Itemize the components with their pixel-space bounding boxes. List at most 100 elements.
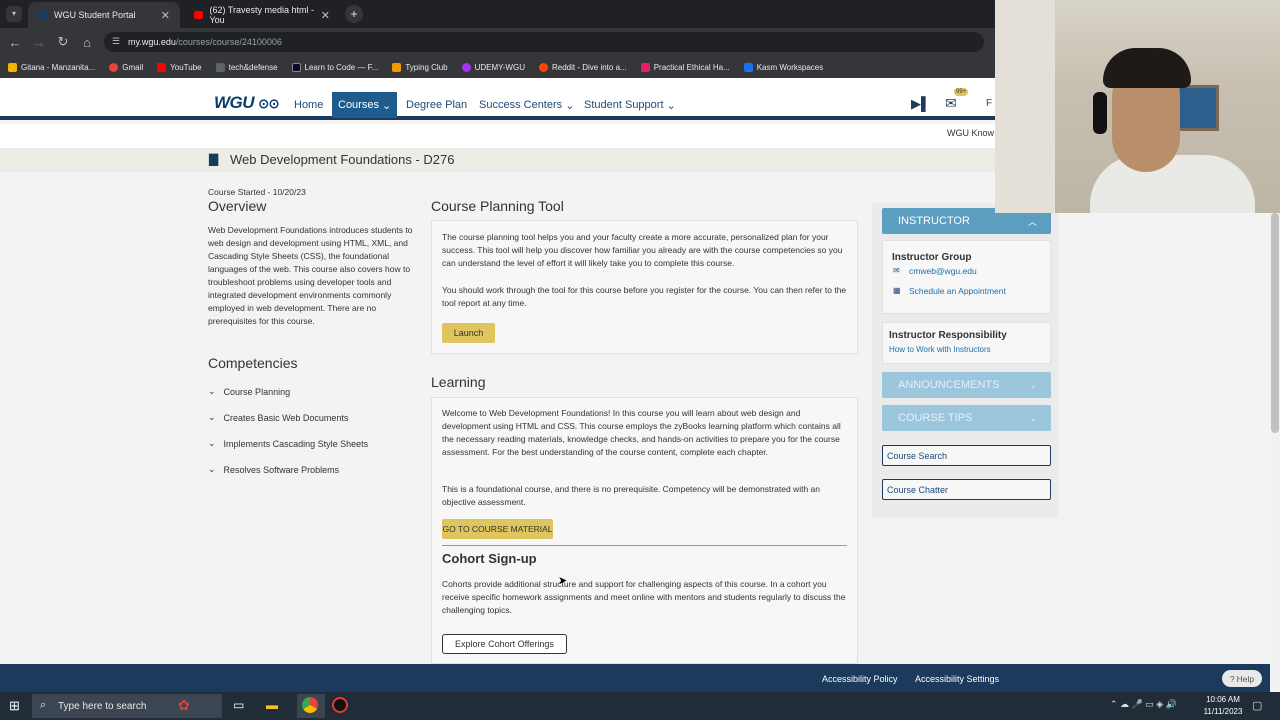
youtube-favicon-icon: [157, 62, 167, 72]
webcam-door: [995, 0, 1055, 213]
bookmark-item[interactable]: Typing Club: [392, 62, 448, 72]
mouse-cursor: ➤: [558, 575, 568, 587]
chevron-down-icon: ⌄: [208, 464, 216, 474]
webcam-wall-picture: [1177, 85, 1219, 131]
notification-center-icon[interactable]: ▢: [1252, 699, 1262, 712]
chevron-down-icon: ⌄: [382, 99, 392, 112]
learning-text-2: This is a foundational course, and there…: [442, 484, 820, 507]
tab-search-button[interactable]: ▾: [6, 6, 22, 22]
forward-arrow-icon[interactable]: →: [27, 35, 51, 50]
wgu-favicon-icon: [38, 10, 48, 20]
planning-heading: Course Planning Tool: [431, 198, 564, 214]
competency-item[interactable]: ⌄ Creates Basic Web Documents: [208, 412, 348, 423]
back-arrow-icon[interactable]: ←: [3, 35, 27, 50]
nav-success-centers[interactable]: Success Centers ⌄: [473, 92, 580, 118]
video-icon[interactable]: ▶▌: [911, 96, 930, 112]
schedule-appointment-link[interactable]: Schedule an Appointment: [909, 286, 1006, 296]
task-view-icon[interactable]: ▭: [233, 698, 244, 712]
course-tips-header[interactable]: COURSE TIPS ⌄: [882, 405, 1051, 431]
system-tray-icons[interactable]: ⌃ ☁ 🎤 ▭ ◈ 🔊: [1110, 699, 1177, 710]
profile-menu[interactable]: F: [986, 98, 992, 109]
bookmark-item[interactable]: Kasm Workspaces: [743, 62, 823, 72]
tab-youtube[interactable]: (62) Travesty media html - You ✕: [184, 2, 340, 28]
course-search-button[interactable]: Course Search: [882, 445, 1051, 466]
bookmark-item[interactable]: YouTube: [157, 62, 202, 72]
address-bar[interactable]: ☰ my.wgu.edu/courses/course/24100006: [104, 32, 984, 52]
chevron-down-icon: ⌄: [208, 386, 216, 396]
announcements-header[interactable]: ANNOUNCEMENTS ⌄: [882, 372, 1051, 398]
planning-text-2: You should work through the tool for thi…: [442, 285, 847, 308]
bookmark-item[interactable]: tech&defense: [215, 62, 278, 72]
accessibility-settings-link[interactable]: Accessibility Settings: [915, 674, 999, 684]
chrome-icon: [302, 697, 318, 713]
mail-icon[interactable]: ✉: [945, 95, 957, 112]
help-button[interactable]: ? Help: [1222, 670, 1262, 687]
owl-icon: ⊙⊙: [258, 96, 280, 111]
home-icon[interactable]: ⌂: [75, 35, 99, 50]
bookmark-favicon-icon: [215, 62, 225, 72]
clock-time[interactable]: 10:06 AM: [1200, 695, 1246, 704]
new-tab-button[interactable]: +: [345, 5, 363, 23]
bookmark-favicon-icon: [640, 62, 650, 72]
clock-date[interactable]: 11/11/2023: [1200, 707, 1246, 716]
instructor-email-link[interactable]: cmweb@wgu.edu: [909, 266, 977, 276]
udemy-favicon-icon: [461, 62, 471, 72]
reload-icon[interactable]: ↻: [51, 34, 75, 50]
bookmark-item[interactable]: Practical Ethical Ha...: [640, 62, 730, 72]
bookmark-item[interactable]: Learn to Code — F...: [291, 62, 378, 72]
site-info-icon[interactable]: ☰: [112, 36, 120, 47]
close-tab-icon[interactable]: ✕: [321, 9, 330, 22]
cohort-text: Cohorts provide additional structure and…: [442, 579, 846, 615]
bookmark-item[interactable]: Gmail: [109, 62, 143, 72]
nav-degree-plan[interactable]: Degree Plan: [400, 92, 473, 118]
nav-courses[interactable]: Courses ⌄: [332, 92, 397, 118]
planning-text-1: The course planning tool helps you and y…: [442, 232, 843, 268]
taskbar-search[interactable]: ⌕ Type here to search ✿: [32, 694, 222, 718]
overview-heading: Overview: [208, 198, 267, 214]
notification-badge: 99+: [954, 88, 969, 96]
course-material-button[interactable]: GO TO COURSE MATERIAL: [442, 519, 553, 539]
url-host: my.wgu.edu: [128, 37, 176, 47]
tab-label: WGU Student Portal: [54, 10, 136, 20]
scrollbar-thumb[interactable]: [1271, 213, 1279, 433]
tab-label: (62) Travesty media html - You: [209, 5, 315, 25]
competency-item[interactable]: ⌄ Course Planning: [208, 386, 290, 397]
wgu-knowledge-link[interactable]: WGU Know: [947, 128, 994, 138]
search-icon: ⌕: [40, 699, 47, 711]
email-icon: ✉: [893, 266, 900, 275]
nav-home[interactable]: Home: [288, 92, 329, 118]
responsibility-card: [882, 322, 1051, 364]
url-path: /courses/course/24100006: [175, 37, 282, 47]
competencies-heading: Competencies: [208, 355, 298, 371]
file-explorer-icon[interactable]: ▬: [266, 698, 278, 712]
help-icon: ?: [1229, 673, 1235, 684]
chevron-down-icon: ⌄: [208, 438, 216, 448]
course-chatter-button[interactable]: Course Chatter: [882, 479, 1051, 500]
recorder-icon[interactable]: [332, 697, 348, 713]
nav-student-support[interactable]: Student Support ⌄: [578, 92, 682, 118]
windows-start-icon[interactable]: ⊞: [9, 698, 20, 714]
wgu-logo[interactable]: WGU ⊙⊙: [214, 93, 280, 113]
tab-wgu-portal[interactable]: WGU Student Portal ✕: [28, 2, 180, 28]
reddit-favicon-icon: [538, 62, 548, 72]
webcam-headset: [1093, 92, 1107, 134]
course-title: Web Development Foundations - D276: [230, 152, 455, 167]
competency-item[interactable]: ⌄ Resolves Software Problems: [208, 464, 339, 475]
close-tab-icon[interactable]: ✕: [161, 9, 170, 22]
bookmark-item[interactable]: UDEMY-WGU: [461, 62, 525, 72]
search-highlight-icon: ✿: [178, 697, 190, 713]
explore-cohort-button[interactable]: Explore Cohort Offerings: [442, 634, 567, 654]
competency-item[interactable]: ⌄ Implements Cascading Style Sheets: [208, 438, 368, 449]
accessibility-policy-link[interactable]: Accessibility Policy: [822, 674, 898, 684]
bookmark-item[interactable]: Gitana - Manzanita...: [8, 62, 95, 72]
launch-button[interactable]: Launch: [442, 323, 495, 343]
youtube-favicon-icon: [194, 11, 204, 19]
responsibility-title: Instructor Responsibility: [889, 330, 1007, 341]
bookmark-item[interactable]: Reddit - Dive into a...: [538, 62, 627, 72]
freecodecamp-favicon-icon: [291, 62, 301, 72]
chevron-up-icon: ︿: [1027, 216, 1037, 227]
chevron-down-icon: ⌄: [565, 99, 575, 112]
work-with-instructors-link[interactable]: How to Work with Instructors: [889, 345, 991, 354]
chevron-down-icon: ⌄: [1029, 412, 1037, 423]
page-footer: Accessibility Policy Accessibility Setti…: [0, 664, 1270, 692]
